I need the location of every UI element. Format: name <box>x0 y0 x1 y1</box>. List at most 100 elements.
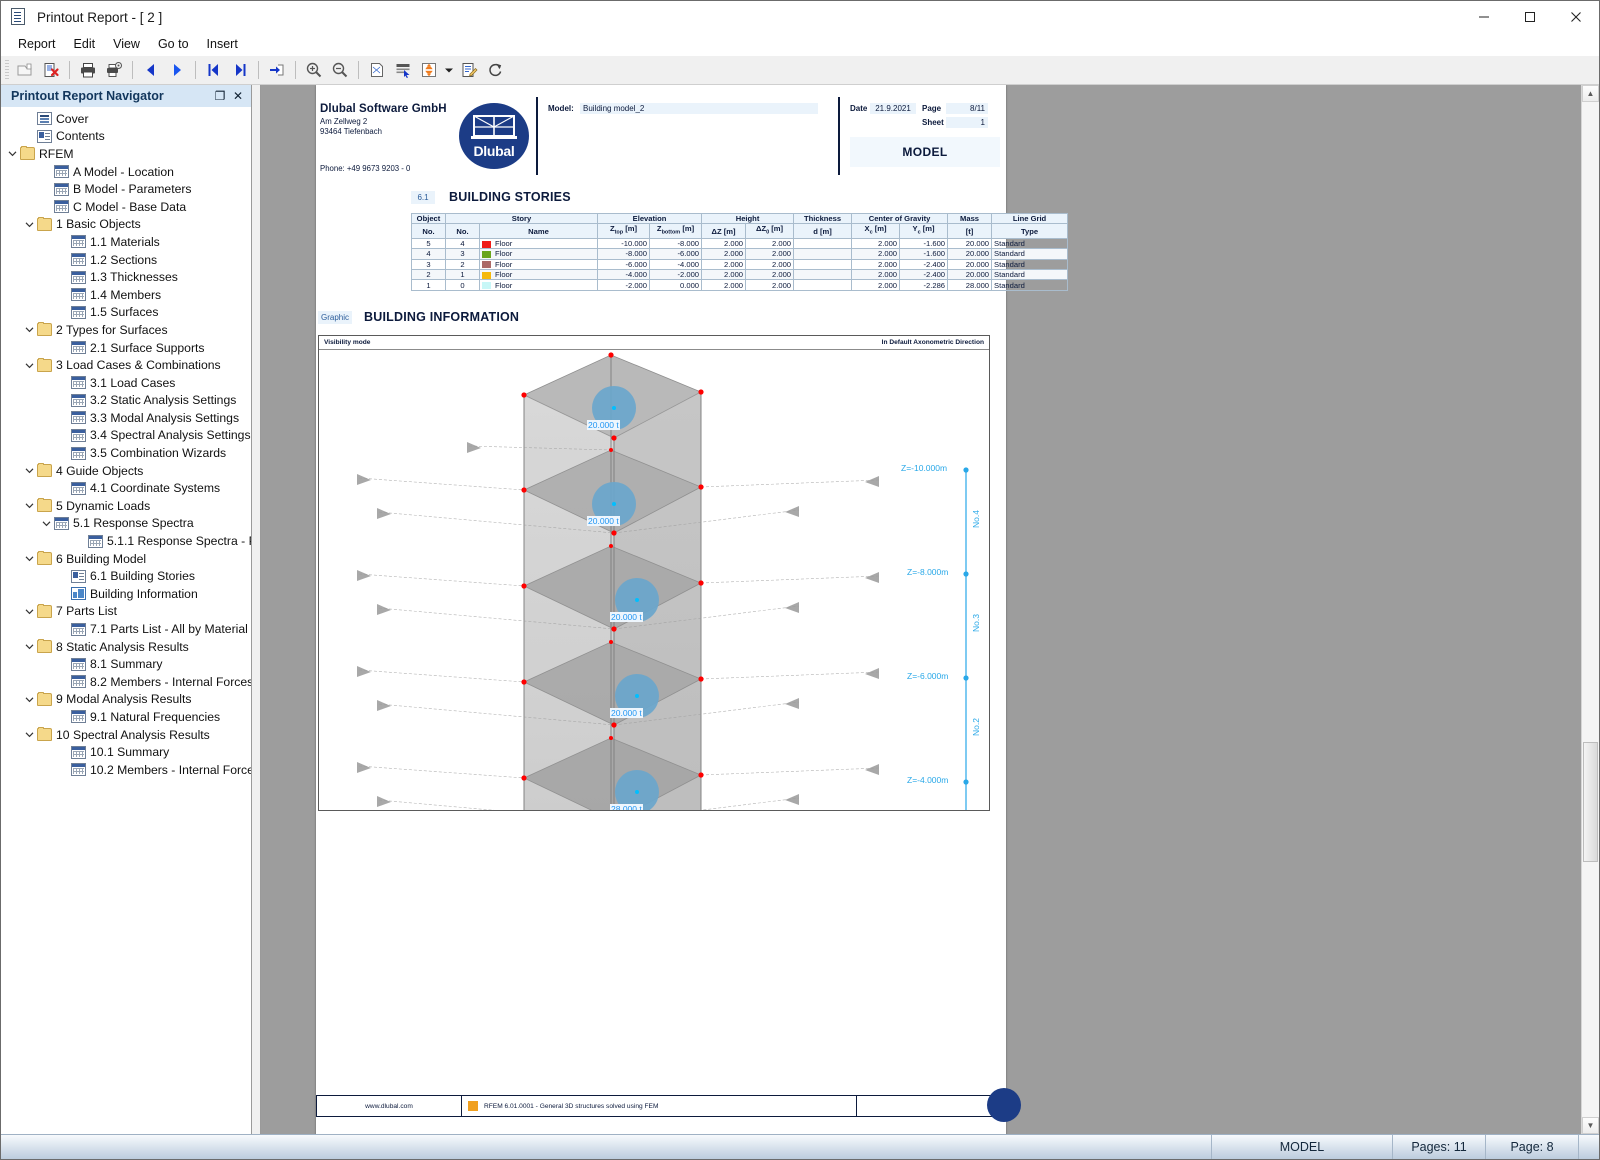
first-page-icon[interactable] <box>201 58 227 82</box>
tree-item[interactable]: 1.2 Sections <box>1 251 251 269</box>
chevron-down-icon[interactable] <box>22 357 37 373</box>
tree-item[interactable]: 6.1 Building Stories <box>1 567 251 585</box>
tree-item[interactable]: 5 Dynamic Loads <box>1 497 251 515</box>
tree-item[interactable]: 6 Building Model <box>1 550 251 568</box>
tree-item[interactable]: 1.4 Members <box>1 286 251 304</box>
tree-item[interactable]: 3.5 Combination Wizards <box>1 444 251 462</box>
tree-item[interactable]: C Model - Base Data <box>1 198 251 216</box>
chevron-down-icon[interactable] <box>22 691 37 707</box>
last-page-icon[interactable] <box>227 58 253 82</box>
print-icon[interactable] <box>75 58 101 82</box>
chevron-down-icon[interactable] <box>5 146 20 162</box>
scroll-down-button[interactable]: ▼ <box>1582 1117 1599 1134</box>
menu-item-view[interactable]: View <box>104 35 149 53</box>
header-meta-block: Date 21.9.2021 Page 8/11 Sheet 1 MODEL <box>844 97 1006 175</box>
next-page-icon[interactable] <box>164 58 190 82</box>
chevron-down-icon[interactable] <box>22 603 37 619</box>
building-stories-table: Object Story Elevation Height Thickness Cente… <box>411 212 1069 291</box>
vertical-scrollbar[interactable]: ▲ ▼ <box>1581 85 1599 1134</box>
menu-item-goto[interactable]: Go to <box>149 35 198 53</box>
tree-item[interactable]: B Model - Parameters <box>1 180 251 198</box>
tree-item[interactable]: 8 Static Analysis Results <box>1 638 251 656</box>
tree-item[interactable]: 9.1 Natural Frequencies <box>1 708 251 726</box>
delete-report-icon[interactable] <box>38 58 64 82</box>
zoom-in-icon[interactable] <box>301 58 327 82</box>
menu-item-report[interactable]: Report <box>9 35 65 53</box>
chevron-down-icon[interactable] <box>22 551 37 567</box>
update-graphics-icon[interactable] <box>416 58 442 82</box>
tree-item[interactable]: 5.1 Response Spectra <box>1 515 251 533</box>
tree-item[interactable]: Building Information <box>1 585 251 603</box>
chevron-down-icon[interactable] <box>22 322 37 338</box>
chevron-down-icon[interactable] <box>22 498 37 514</box>
model-graphic-frame[interactable]: Visibility mode In Default Axonometric D… <box>318 335 990 811</box>
chevron-down-icon[interactable] <box>22 727 37 743</box>
tree-item-label: 3.1 Load Cases <box>90 375 176 390</box>
chevron-down-icon[interactable] <box>22 463 37 479</box>
tree-item[interactable]: 1.1 Materials <box>1 233 251 251</box>
tree-item[interactable]: 3.3 Modal Analysis Settings <box>1 409 251 427</box>
zoom-out-icon[interactable] <box>327 58 353 82</box>
tree-item[interactable]: A Model - Location <box>1 163 251 181</box>
minimize-button[interactable] <box>1461 2 1507 33</box>
menu-item-edit[interactable]: Edit <box>65 35 105 53</box>
undock-icon[interactable]: ❐ <box>211 87 229 105</box>
tree-item[interactable]: 7.1 Parts List - All by Material <box>1 620 251 638</box>
tree-item[interactable]: 10.2 Members - Internal Forces b... <box>1 761 251 779</box>
table-cell: -2.400 <box>899 258 949 271</box>
dropdown-arrow-icon[interactable] <box>442 58 456 82</box>
maximize-button[interactable] <box>1507 2 1553 33</box>
table-cell: Standard <box>991 279 1069 291</box>
tree-item[interactable]: 1.3 Thicknesses <box>1 268 251 286</box>
scroll-thumb[interactable] <box>1583 742 1598 862</box>
tree-item[interactable]: 8.1 Summary <box>1 655 251 673</box>
go-to-page-icon[interactable] <box>264 58 290 82</box>
tree-item[interactable]: 7 Parts List <box>1 603 251 621</box>
open-report-icon[interactable] <box>12 58 38 82</box>
tree-item[interactable]: 10.1 Summary <box>1 743 251 761</box>
tree-item[interactable]: 1.5 Surfaces <box>1 304 251 322</box>
print-settings-icon[interactable] <box>101 58 127 82</box>
refresh-icon[interactable] <box>482 58 508 82</box>
tree-item[interactable]: 3.1 Load Cases <box>1 374 251 392</box>
tree-item-label: Contents <box>56 129 105 144</box>
tree-item[interactable]: 2 Types for Surfaces <box>1 321 251 339</box>
panel-splitter[interactable] <box>252 85 261 1134</box>
tree-item[interactable]: 1 Basic Objects <box>1 216 251 234</box>
chevron-down-icon[interactable] <box>22 216 37 232</box>
tree-item[interactable]: 2.1 Surface Supports <box>1 339 251 357</box>
edit-report-icon[interactable] <box>456 58 482 82</box>
tree-item[interactable]: 4.1 Coordinate Systems <box>1 479 251 497</box>
table-cell: Floor <box>478 258 599 271</box>
tree-item-label: 10 Spectral Analysis Results <box>56 727 210 742</box>
tree-item[interactable]: 3 Load Cases & Combinations <box>1 356 251 374</box>
tree-item-label: Cover <box>56 111 89 126</box>
previous-page-icon[interactable] <box>138 58 164 82</box>
close-panel-icon[interactable]: ✕ <box>229 87 247 105</box>
report-selection-icon[interactable] <box>390 58 416 82</box>
scroll-up-button[interactable]: ▲ <box>1582 85 1599 102</box>
tree-item[interactable]: 4 Guide Objects <box>1 462 251 480</box>
chevron-down-icon[interactable] <box>22 639 37 655</box>
tree-item[interactable]: Cover <box>1 110 251 128</box>
tree-item[interactable]: Contents <box>1 128 251 146</box>
tree-item[interactable]: 10 Spectral Analysis Results <box>1 726 251 744</box>
page-setup-icon[interactable] <box>364 58 390 82</box>
table-cell <box>793 237 853 250</box>
chevron-down-icon[interactable] <box>39 515 54 531</box>
table-cell: 5 <box>411 237 446 250</box>
navigator-tree[interactable]: Cover Contents RFEM A Model - Location B Mod… <box>1 107 251 1134</box>
menu-item-insert[interactable]: Insert <box>198 35 247 53</box>
page-area[interactable]: Dlubal Software GmbH Am Zellweg 2 93464 … <box>261 85 1581 1134</box>
tree-item[interactable]: 8.2 Members - Internal Forces by... <box>1 673 251 691</box>
scroll-track[interactable] <box>1582 102 1599 1117</box>
tree-item[interactable]: RFEM <box>1 145 251 163</box>
tree-item[interactable]: 3.4 Spectral Analysis Settings <box>1 427 251 445</box>
table-icon <box>71 710 86 724</box>
tree-item[interactable]: 3.2 Static Analysis Settings <box>1 392 251 410</box>
tree-item[interactable]: 9 Modal Analysis Results <box>1 691 251 709</box>
close-button[interactable] <box>1553 2 1599 33</box>
tree-item-label: 1.1 Materials <box>90 234 160 249</box>
toolbar-grip[interactable] <box>5 60 9 80</box>
tree-item[interactable]: 5.1.1 Response Spectra - Pa... <box>1 532 251 550</box>
